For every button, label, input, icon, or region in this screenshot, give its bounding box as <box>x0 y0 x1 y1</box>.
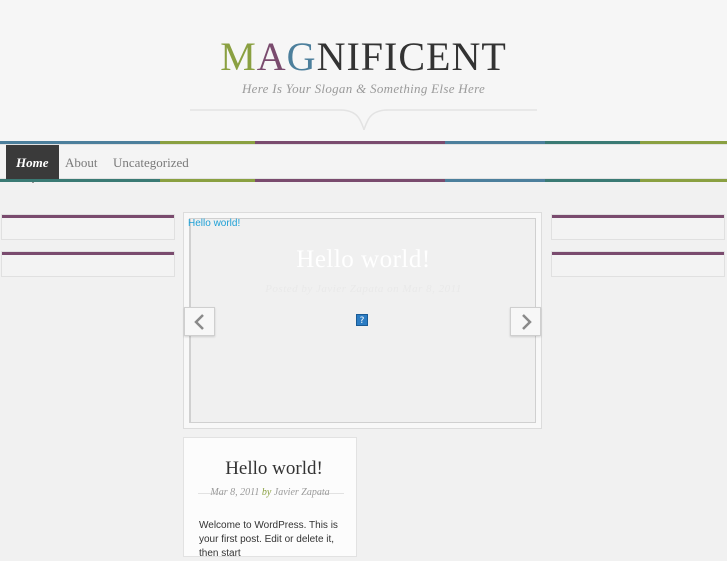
post-excerpt: Welcome to WordPress. This is your first… <box>199 520 338 559</box>
post-title[interactable]: Hello world! <box>183 458 365 480</box>
nav-item-uncategorized[interactable]: Uncategorized <box>103 145 199 180</box>
nav-item-label: About <box>65 155 98 170</box>
right-sidebar-widget-2 <box>551 251 725 277</box>
site-title-letter-3: G <box>286 34 317 79</box>
site-slogan: Here Is Your Slogan & Something Else Her… <box>241 81 486 96</box>
nav-item-label: Home <box>16 155 49 170</box>
site-title-letter-2: A <box>256 34 287 79</box>
post-author[interactable]: Javier Zapata <box>274 487 330 498</box>
header-swoosh-divider <box>190 109 537 130</box>
post-meta: Mar 8, 2011 by Javier Zapata <box>183 486 357 500</box>
left-sidebar-widget-1 <box>1 214 175 240</box>
right-sidebar-widget-1 <box>551 214 725 240</box>
main-navigation: Home About Uncategorized <box>0 144 727 180</box>
site-title[interactable]: MAGNIFICENT <box>0 33 727 81</box>
post-by: by <box>261 487 272 498</box>
broken-image-icon: ? <box>356 314 368 326</box>
left-sidebar-widget-2 <box>1 251 175 277</box>
nav-item-home[interactable]: Home <box>6 145 59 180</box>
nav-bottom-stripe <box>0 179 727 182</box>
chevron-left-icon <box>194 314 204 330</box>
site-title-rest: NIFICENT <box>316 34 507 79</box>
featured-post-link[interactable]: Hello world! <box>188 218 240 229</box>
featured-post-title[interactable]: Hello world! <box>190 246 537 274</box>
slider-next-button[interactable] <box>510 307 541 336</box>
chevron-right-icon <box>522 314 532 330</box>
nav-item-label: Uncategorized <box>113 155 189 170</box>
site-title-letter-1: M <box>220 34 257 79</box>
featured-post-meta: Posted by Javier Zapata on Mar 8, 2011 <box>265 283 462 295</box>
nav-item-about[interactable]: About <box>55 145 108 180</box>
post-date: Mar 8, 2011 <box>210 487 260 498</box>
slider-prev-button[interactable] <box>184 307 215 336</box>
